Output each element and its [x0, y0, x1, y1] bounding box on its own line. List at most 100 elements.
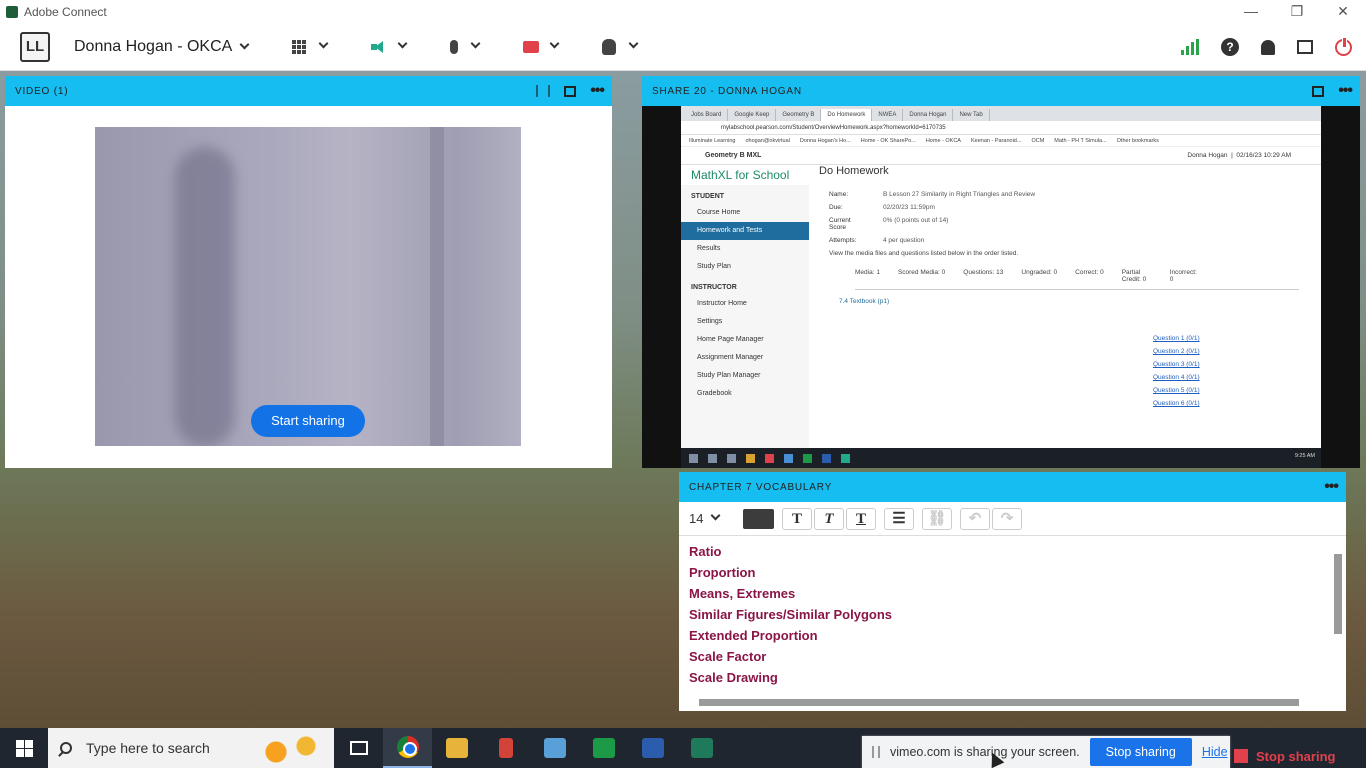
- chevron-down-icon: [397, 38, 408, 49]
- page-title: Do Homework: [819, 165, 889, 177]
- shared-screen: Jobs Board Google Keep Geometry B Do Hom…: [681, 106, 1321, 468]
- help-icon[interactable]: ?: [1221, 38, 1239, 56]
- taskbar-word[interactable]: [628, 728, 677, 768]
- camera-off-icon: [523, 40, 540, 53]
- taskbar-photos[interactable]: [530, 728, 579, 768]
- font-size-select[interactable]: 14: [689, 510, 729, 526]
- undo-button[interactable]: ↶: [960, 507, 990, 530]
- underline-button[interactable]: T: [846, 507, 876, 530]
- chevron-down-icon: [470, 38, 481, 49]
- bookmark: Home - OK SharePo...: [860, 137, 916, 144]
- windows-start-icon[interactable]: [0, 728, 48, 768]
- textbook-link: 7.4 Textbook (p1): [839, 298, 890, 305]
- taskbar-chat[interactable]: [579, 728, 628, 768]
- sidebar-item: Study Plan: [697, 263, 731, 270]
- course-header: Geometry B MXL Donna Hogan | 02/16/23 10…: [681, 147, 1321, 165]
- section-student: STUDENT: [691, 193, 725, 200]
- notes-pod-header: CHAPTER 7 VOCABULARY •••: [679, 472, 1346, 502]
- homework-stats: Media: 1 Scored Media: 0 Questions: 13 U…: [855, 269, 1299, 290]
- notes-horizontal-scrollbar[interactable]: [689, 697, 1319, 707]
- meeting-toolbar: LL Donna Hogan - OKCA ?: [0, 23, 1366, 71]
- notes-text[interactable]: Ratio Proportion Means, Extremes Similar…: [689, 544, 892, 691]
- minimize-button[interactable]: —: [1228, 0, 1274, 23]
- bookmark: ohogan@okvirtual: [745, 137, 790, 144]
- chevron-down-icon: [711, 510, 721, 521]
- pod-options-icon[interactable]: •••: [1338, 83, 1353, 99]
- notes-pod: CHAPTER 7 VOCABULARY ••• 14 T T T ☰ ⛓ ↶ …: [679, 472, 1346, 711]
- bold-button[interactable]: T: [782, 507, 812, 530]
- room-name-menu[interactable]: Donna Hogan - OKCA: [74, 38, 250, 56]
- close-button[interactable]: ✕: [1320, 0, 1366, 23]
- link-button[interactable]: ⛓: [922, 507, 952, 530]
- layouts-menu-button[interactable]: [292, 38, 329, 54]
- text-color-swatch[interactable]: [743, 508, 774, 529]
- share-message: vimeo.com is sharing your screen.: [890, 745, 1080, 759]
- connect-stop-sharing-label: Stop sharing: [1256, 748, 1336, 764]
- pod-options-icon[interactable]: •••: [590, 83, 605, 99]
- notes-vertical-scrollbar[interactable]: [1333, 540, 1342, 690]
- connection-signal-icon[interactable]: [1181, 39, 1199, 55]
- power-exit-icon[interactable]: [1335, 36, 1352, 56]
- stat: Ungraded: 0: [1021, 269, 1058, 276]
- mathxl-sidebar: MathXL for School STUDENT Course Home Ho…: [681, 165, 809, 455]
- start-sharing-button[interactable]: Start sharing: [251, 405, 365, 437]
- window-title: Adobe Connect: [24, 4, 107, 19]
- label: Due:: [829, 204, 843, 211]
- mathxl-body: MathXL for School STUDENT Course Home Ho…: [681, 165, 1321, 455]
- restore-button[interactable]: ❐: [1274, 0, 1320, 23]
- bookmark: OCM: [1031, 137, 1045, 144]
- italic-button[interactable]: T: [814, 507, 844, 530]
- speaker-menu-button[interactable]: [371, 38, 408, 54]
- task-view-button[interactable]: [334, 728, 383, 768]
- vocab-item: Scale Factor: [689, 649, 767, 664]
- vocab-item: Similar Figures/Similar Polygons: [689, 607, 893, 622]
- bookmark: Keenan - Paranoid...: [970, 137, 1022, 144]
- webcam-preview: Start sharing: [95, 127, 521, 446]
- notifications-bell-icon[interactable]: [1261, 39, 1275, 55]
- stop-square-icon: [1234, 749, 1248, 763]
- drag-handle-icon[interactable]: [872, 746, 880, 758]
- taskbar-connect[interactable]: [677, 728, 726, 768]
- notes-pod-title: CHAPTER 7 VOCABULARY: [689, 481, 833, 493]
- stat: Scored Media: 0: [897, 269, 946, 276]
- microphone-menu-button[interactable]: [450, 38, 481, 54]
- mirror-icon[interactable]: [536, 85, 551, 97]
- history-group: ↶ ↷: [960, 507, 1022, 530]
- camera-menu-button[interactable]: [523, 38, 560, 53]
- taskbar-snip[interactable]: [481, 728, 530, 768]
- bullet-list-button[interactable]: ☰: [884, 507, 914, 530]
- browser-tab: NWEA: [872, 109, 904, 121]
- text-style-group: T T T: [782, 507, 876, 530]
- current-datetime: 02/16/23 10:29 AM: [1236, 152, 1291, 159]
- task-view-icon: [349, 741, 368, 755]
- taskbar-search[interactable]: Type here to search: [48, 728, 334, 768]
- shared-screen-taskbar: 9:25 AM: [681, 448, 1321, 468]
- sidebar-item: Home Page Manager: [697, 336, 764, 343]
- browser-tab: Jobs Board: [685, 109, 729, 121]
- grid-icon: [292, 39, 307, 54]
- bookmark: Home - OKCA: [925, 137, 961, 144]
- connect-stop-sharing-button[interactable]: Stop sharing: [1234, 744, 1366, 768]
- value: 02/20/23 11:59pm: [883, 204, 935, 211]
- maximize-pod-icon[interactable]: [1312, 85, 1325, 97]
- question-list: Question 1 (0/1) Question 2 (0/1) Questi…: [1153, 335, 1200, 413]
- value: 0% (0 points out of 14): [883, 217, 949, 224]
- stat: Correct: 0: [1075, 269, 1104, 276]
- taskbar-file-explorer[interactable]: [432, 728, 481, 768]
- hide-link[interactable]: Hide: [1202, 745, 1228, 759]
- search-placeholder: Type here to search: [86, 740, 210, 756]
- fullscreen-icon[interactable]: [1297, 40, 1313, 54]
- stop-sharing-button[interactable]: Stop sharing: [1089, 738, 1192, 766]
- browser-tab: Donna Hogan: [903, 109, 954, 121]
- sidebar-item: Course Home: [697, 209, 741, 216]
- maximize-pod-icon[interactable]: [564, 85, 577, 97]
- label: Name:: [829, 191, 849, 198]
- font-size-value: 14: [689, 511, 704, 526]
- taskbar-chrome[interactable]: [383, 728, 432, 768]
- pod-options-icon[interactable]: •••: [1324, 479, 1339, 495]
- word-icon: [641, 738, 664, 758]
- bookmarks-bar: Illuminate Learning ohogan@okvirtual Don…: [681, 135, 1321, 147]
- redo-button[interactable]: ↷: [992, 507, 1022, 530]
- chevron-down-icon: [549, 38, 560, 49]
- raise-hand-menu-button[interactable]: [602, 38, 639, 55]
